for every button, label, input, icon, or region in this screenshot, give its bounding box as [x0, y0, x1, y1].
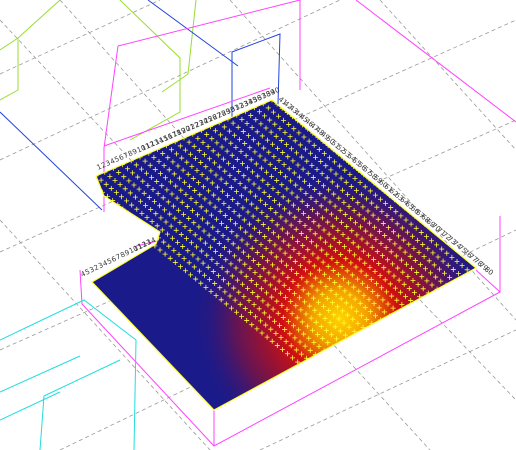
cyan-wireframe — [0, 299, 137, 450]
mesh-surface — [92, 100, 476, 410]
scene-canvas: 1234567891011121314151617181920212223242… — [0, 0, 516, 450]
left-green-wireframe — [0, 0, 197, 141]
node-label: 40 — [270, 86, 281, 97]
3d-viewport[interactable]: 1 2 3 4 5 6 7 8 9 10 11 12 13 14 15 16 17 18 19 20 21 22 23 24 2… — [0, 0, 516, 450]
